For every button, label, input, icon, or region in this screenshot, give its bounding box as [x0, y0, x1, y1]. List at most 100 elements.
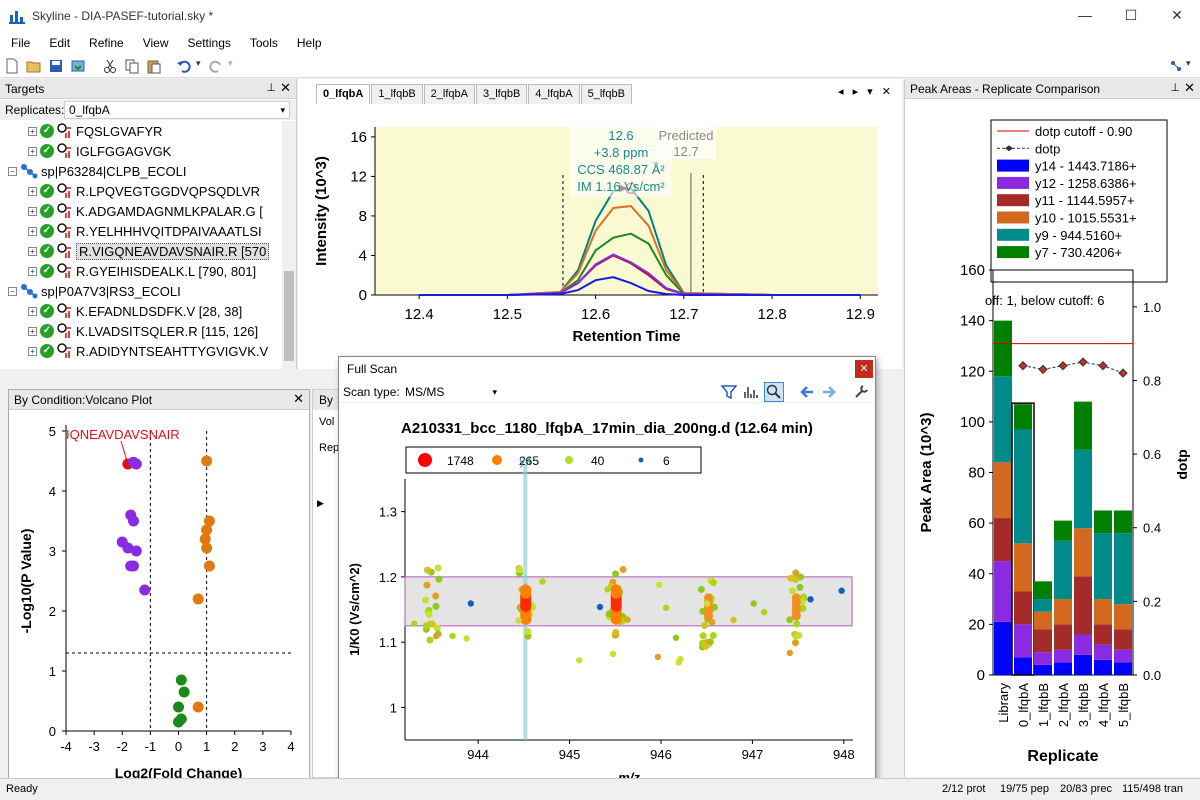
expand-icon[interactable]: +	[28, 126, 37, 136]
expand-icon[interactable]: +	[28, 146, 37, 156]
arrow-right-icon[interactable]	[821, 384, 837, 400]
undo-dropdown-icon[interactable]: ▾	[196, 58, 201, 69]
expand-arrow-icon[interactable]: ▶	[317, 498, 324, 509]
replicates-select[interactable]: 0_lfqbA ▾	[64, 101, 290, 119]
scan-point	[423, 581, 431, 589]
expand-icon[interactable]: +	[28, 226, 37, 236]
menu-settings[interactable]: Settings	[180, 36, 239, 50]
peak-areas-chart[interactable]: dotp cutoff - 0.90 dotp y14 - 1443.7186+ y1…	[905, 100, 1200, 777]
scan-point	[434, 564, 442, 572]
chromatogram-panel: 0_lfqbA 1_lfqbB 2_lfqbA 3_lfqbB 4_lfqbA 5_lfq…	[298, 79, 902, 369]
close-icon[interactable]: ✕	[855, 360, 873, 378]
arrow-left-icon[interactable]	[799, 384, 815, 400]
redo-dropdown-icon[interactable]: ▾	[228, 58, 233, 69]
minimize-button[interactable]: —	[1062, 0, 1108, 30]
expand-icon[interactable]: +	[28, 346, 37, 356]
peptide-node[interactable]: + ✓ R.YELHHHVQITDPAIVAAATLSI	[0, 221, 262, 241]
sync-icon[interactable]	[1168, 58, 1184, 74]
scan-type-value: MS/MS	[405, 385, 445, 399]
expand-icon[interactable]: +	[28, 206, 37, 216]
close-icon[interactable]: ✕	[293, 391, 304, 407]
peptide-node[interactable]: + ✓ R.GYEIHISDEALK.L [790, 801]	[0, 261, 256, 281]
import-icon[interactable]	[70, 58, 86, 74]
maximize-button[interactable]: ☐	[1108, 0, 1154, 30]
peptide-node[interactable]: + ✓ R.ADIDYNTSEAHTTYGVIGVK.V	[0, 341, 268, 361]
close-window-button[interactable]: ✕	[1154, 0, 1200, 30]
tree-scrollbar[interactable]	[282, 121, 296, 369]
check-icon: ✓	[40, 204, 54, 218]
volcano-point	[173, 716, 184, 728]
peptide-label: R.ADIDYNTSEAHTTYGVIGVK.V	[76, 343, 269, 359]
expand-icon[interactable]: +	[28, 266, 37, 276]
expand-icon[interactable]: +	[28, 326, 37, 336]
scan-point	[796, 583, 804, 591]
open-folder-icon[interactable]	[26, 58, 42, 74]
peptide-node[interactable]: + ✓ K.EFADNLDSDFK.V [28, 38]	[0, 301, 242, 321]
bar-segment	[994, 561, 1012, 622]
expand-icon[interactable]: +	[28, 306, 37, 316]
expand-icon[interactable]: −	[8, 286, 17, 296]
tab-5_lfqbB[interactable]: 5_lfqbB	[580, 84, 632, 104]
expand-icon[interactable]: −	[8, 166, 17, 176]
copy-icon[interactable]	[124, 58, 140, 74]
chromatogram-chart[interactable]: 0 4 8 12 16 12.4 12.5 12.6 12.7 12.8 12.9 Intensity…	[298, 105, 902, 369]
pin-icon[interactable]: ⊥	[266, 81, 276, 94]
chromatogram-tabs: 0_lfqbA 1_lfqbB 2_lfqbA 3_lfqbB 4_lfqbA 5_lfq…	[316, 84, 633, 104]
save-icon[interactable]	[48, 58, 64, 74]
peptide-node[interactable]: + ✓ FQSLGVAFYR	[0, 121, 162, 141]
protein-label: sp|P63284|CLPB_ECOLI	[41, 163, 187, 179]
menu-view[interactable]: View	[135, 36, 177, 50]
pin-icon[interactable]: ⊥	[1170, 81, 1180, 94]
tab-0_lfqbA[interactable]: 0_lfqbA	[316, 84, 371, 104]
zoom-icon[interactable]	[764, 382, 784, 402]
legend-swatch	[997, 194, 1029, 207]
volcano-panel: By Condition:Volcano Plot ✕ -4 -3 -2 -1 0 1 2 3…	[8, 389, 310, 789]
tab-nav-controls[interactable]: ◂ ▸ ▾ ✕	[838, 85, 894, 98]
sync-dropdown-icon[interactable]: ▾	[1186, 58, 1191, 69]
peptide-node[interactable]: + ✓ R.LPQVEGTGGDVQPSQDLVR	[0, 181, 260, 201]
close-icon[interactable]: ✕	[1184, 80, 1195, 96]
targets-panel: Targets ⊥ ✕ Replicates: 0_lfqbA ▾ + ✓ FQSL…	[0, 79, 297, 369]
new-document-icon[interactable]	[4, 58, 20, 74]
menu-edit[interactable]: Edit	[41, 36, 78, 50]
peptide-node[interactable]: + ✓ IGLFGGAGVGK	[0, 141, 171, 161]
dotp-point	[1058, 361, 1068, 371]
x-tick-label: 3	[259, 739, 266, 754]
tab-2_lfqbA[interactable]: 2_lfqbA	[423, 84, 475, 104]
x-tick-label: 946	[650, 747, 672, 762]
peptide-node[interactable]: + ✓ R.VIGQNEAVDAVSNAIR.R [570	[0, 241, 270, 261]
menu-file[interactable]: File	[3, 36, 38, 50]
full-scan-chart[interactable]: A210331_bcc_1180_lfqbA_17min_dia_200ng.d…	[339, 404, 875, 793]
peptide-node[interactable]: + ✓ K.LVADSITSQLER.R [115, 126]	[0, 321, 258, 341]
scan-point	[807, 596, 814, 603]
volcano-chart[interactable]: -4 -3 -2 -1 0 1 2 3 4012345-Log10(P Value)Log2(F…	[9, 411, 309, 789]
spectrum-icon[interactable]	[743, 384, 759, 400]
filter-icon[interactable]	[721, 384, 737, 400]
protein-node[interactable]: − sp|P0A7V3|RS3_ECOLI	[0, 281, 181, 301]
expand-icon[interactable]: +	[28, 186, 37, 196]
check-icon: ✓	[40, 184, 54, 198]
undo-icon[interactable]	[176, 58, 192, 74]
menu-refine[interactable]: Refine	[81, 36, 132, 50]
x-tick-label: -4	[60, 739, 72, 754]
redo-icon[interactable]	[208, 58, 224, 74]
check-icon: ✓	[40, 124, 54, 138]
menu-tools[interactable]: Tools	[242, 36, 286, 50]
scan-type-select[interactable]: MS/MS ▾	[401, 383, 501, 401]
protein-node[interactable]: − sp|P63284|CLPB_ECOLI	[0, 161, 187, 181]
scan-point	[516, 566, 524, 574]
y-tick-label: 1.3	[379, 505, 397, 520]
x-tick-label: -2	[116, 739, 128, 754]
wrench-icon[interactable]	[853, 384, 869, 400]
tab-1_lfqbB[interactable]: 1_lfqbB	[371, 84, 423, 104]
cut-icon[interactable]	[102, 58, 118, 74]
tab-4_lfqbA[interactable]: 4_lfqbA	[528, 84, 580, 104]
expand-icon[interactable]: +	[28, 246, 37, 256]
menu-help[interactable]: Help	[289, 36, 330, 50]
peptide-node[interactable]: + ✓ K.ADGAMDAGNMLKPALAR.G [	[0, 201, 263, 221]
skyline-app-icon	[9, 11, 25, 24]
close-icon[interactable]: ✕	[280, 80, 291, 96]
legend-marker	[418, 453, 432, 467]
paste-icon[interactable]	[146, 58, 162, 74]
tab-3_lfqbB[interactable]: 3_lfqbB	[475, 84, 528, 104]
